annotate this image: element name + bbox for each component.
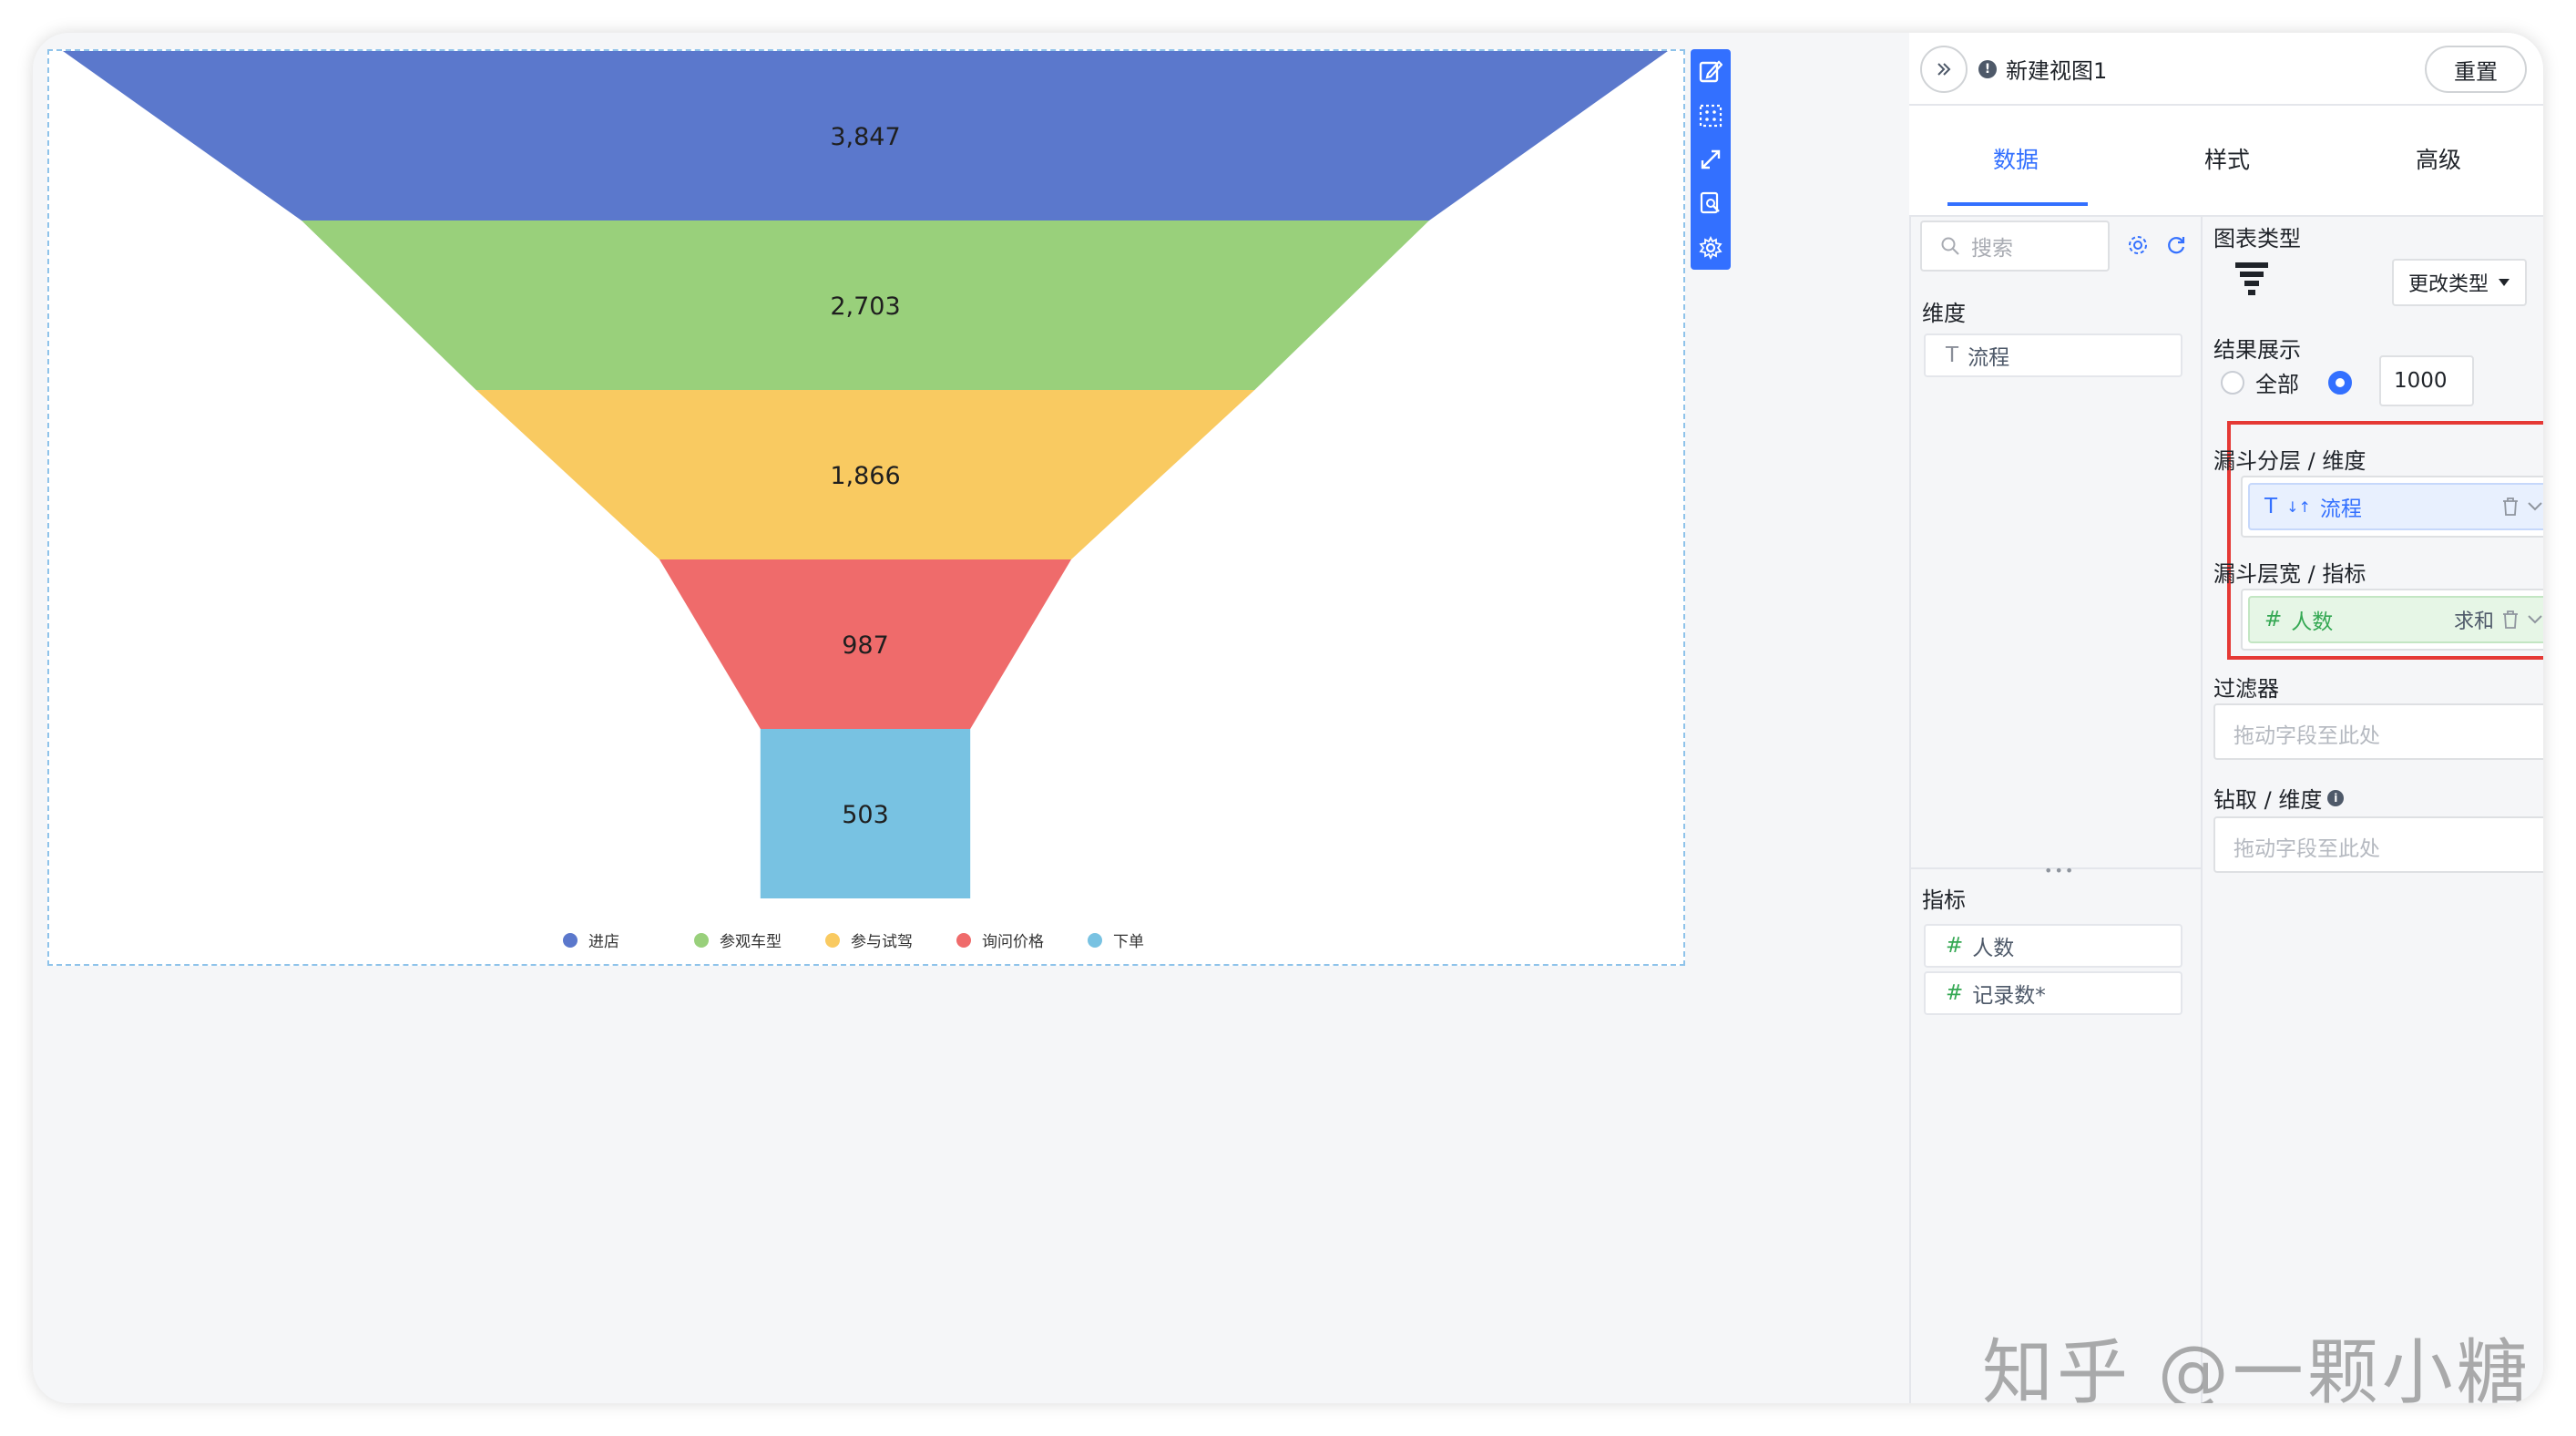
funnel-chart: 3,847 2,703 1,866 987 503 进店 参观车型 参与试驾 询问价格 下单 [63,51,1668,951]
double-chevron-right-icon [1937,63,1951,76]
filter-label: 过滤器 [2213,676,2279,702]
funnel-dimension-chip-label: 流程 [2319,497,2362,521]
legend-marker[interactable] [956,933,971,948]
trash-icon[interactable] [2501,497,2520,517]
legend-label[interactable]: 参观车型 [720,933,782,951]
measure-field-item[interactable]: # 记录数* [1924,971,2182,1015]
funnel-value-label: 3,847 [830,123,900,151]
measure-section-title: 指标 [1922,887,1966,913]
funnel-measure-chip[interactable]: # 人数 求和 [2248,596,2543,643]
info-icon: ! [1978,59,1997,78]
legend-label[interactable]: 询问价格 [982,933,1044,951]
legend-label[interactable]: 参与试驾 [851,933,913,951]
dimension-field-label: 流程 [1968,346,2010,370]
view-title: ! 新建视图1 [1978,53,2107,85]
legend-marker[interactable] [1088,933,1102,948]
filter-placeholder: 拖动字段至此处 [2234,724,2380,748]
chip-actions [2501,485,2543,528]
funnel-dimension-label: 漏斗分层 / 维度 [2213,448,2366,474]
chart-toolbar [1691,49,1731,270]
legend-label[interactable]: 进店 [588,933,619,951]
result-display-label: 结果展示 [2213,337,2301,363]
search-icon [1941,237,1959,255]
view-title-text: 新建视图1 [2006,58,2108,84]
tab-data[interactable]: 数据 [1993,142,2039,175]
funnel-value-label: 503 [842,801,889,829]
number-type-icon: # [1946,981,1964,1005]
drill-label: 钻取 / 维度 i [2213,782,2345,814]
measure-field-item[interactable]: # 人数 [1924,924,2182,968]
resize-handle[interactable]: ••• [2044,862,2075,879]
field-search-input[interactable]: 搜索 [1920,221,2110,272]
tab-style[interactable]: 样式 [2204,142,2250,175]
funnel-measure-chip-label: 人数 [2291,610,2334,634]
measure-field-label: 人数 [1972,937,2015,960]
funnel-chart-card[interactable]: 3,847 2,703 1,866 987 503 进店 参观车型 参与试驾 询问价格 下单 [47,49,1685,966]
radio-all-label: 全部 [2255,372,2299,397]
sort-icon: ↓↑ [2286,497,2311,516]
canvas-area: 3,847 2,703 1,866 987 503 进店 参观车型 参与试驾 询问价格 下单 [33,33,1909,1403]
legend-label[interactable]: 下单 [1113,933,1144,951]
tab-advanced[interactable]: 高级 [2416,142,2461,175]
query-icon[interactable] [1697,190,1724,217]
panel-tabs: 数据 样式 高级 [1909,106,2543,217]
watermark: 知乎 @一颗小糖 [1982,1332,2531,1403]
radio-limit[interactable] [2328,370,2352,395]
collapse-panel-button[interactable] [1920,46,1968,93]
text-type-icon: T [2264,495,2278,518]
legend-marker[interactable] [825,933,840,948]
aggregation-label[interactable]: 求和 [2454,605,2494,634]
change-type-dropdown[interactable]: 更改类型 [2392,259,2527,306]
chart-type-label: 图表类型 [2213,226,2301,251]
funnel-measure-label: 漏斗层宽 / 指标 [2213,561,2366,587]
chevron-down-icon[interactable] [2527,501,2543,512]
expand-icon[interactable] [1697,146,1724,173]
funnel-value-label: 1,866 [830,462,900,490]
info-icon[interactable]: i [2327,789,2345,806]
panel-header: ! 新建视图1 重置 [1909,33,2543,106]
funnel-dimension-chip[interactable]: T ↓↑ 流程 [2248,483,2543,530]
chip-actions: 求和 [2454,598,2543,641]
change-type-label: 更改类型 [2407,273,2489,296]
legend-marker[interactable] [694,933,709,948]
chevron-down-icon[interactable] [2527,614,2543,625]
drill-placeholder: 拖动字段至此处 [2234,837,2380,861]
caret-down-icon [2499,279,2510,286]
dashed-grid-icon[interactable] [1697,102,1724,129]
drill-dropzone[interactable]: 拖动字段至此处 [2213,816,2543,873]
gear-icon[interactable] [1697,234,1724,262]
dimension-section-title: 维度 [1922,301,1966,326]
reset-button[interactable]: 重置 [2425,46,2527,93]
active-tab-indicator [1947,202,2088,206]
number-type-icon: # [2264,608,2283,631]
radio-all[interactable] [2221,370,2244,395]
field-settings-icon[interactable] [2126,233,2150,257]
result-limit-input[interactable]: 1000 [2379,355,2474,406]
result-radio-group: 全部 [2221,366,2352,398]
funnel-value-label: 2,703 [830,292,900,321]
search-placeholder: 搜索 [1971,237,2013,261]
funnel-value-label: 987 [842,631,889,660]
refresh-icon[interactable] [2164,233,2188,257]
legend-marker[interactable] [563,933,578,948]
trash-icon[interactable] [2501,610,2520,630]
funnel-type-icon[interactable] [2234,261,2270,301]
drill-label-text: 钻取 / 维度 [2213,787,2323,813]
number-type-icon: # [1946,934,1964,958]
measure-field-label: 记录数* [1972,984,2046,1008]
filter-dropzone[interactable]: 拖动字段至此处 [2213,703,2543,760]
app-window: 3,847 2,703 1,866 987 503 进店 参观车型 参与试驾 询问价格 下单 [33,33,2543,1403]
text-type-icon: T [1946,344,1959,367]
dimension-field-item[interactable]: T 流程 [1924,333,2182,377]
edit-icon[interactable] [1697,57,1724,85]
